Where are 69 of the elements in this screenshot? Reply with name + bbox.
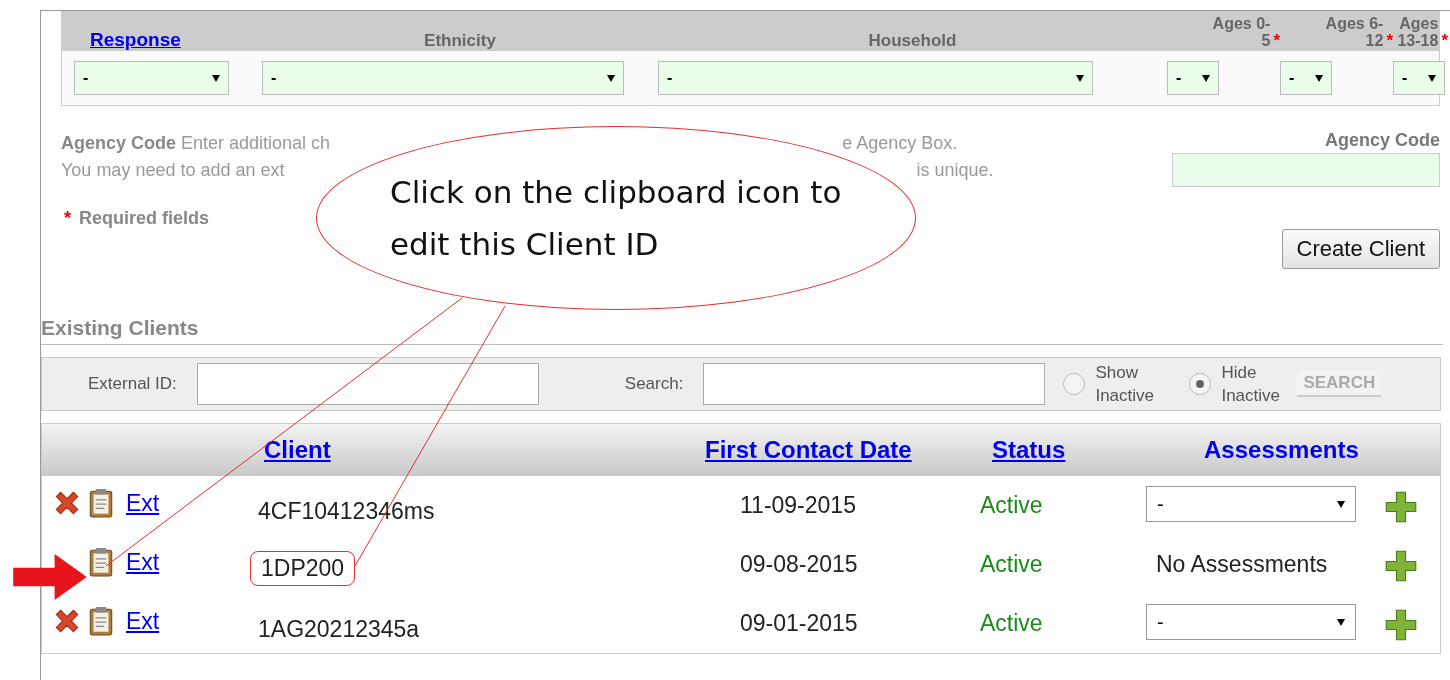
caret-icon — [212, 74, 220, 82]
first-contact-date: 11-09-2015 — [740, 492, 856, 519]
agency-code-field[interactable] — [1172, 153, 1440, 187]
column-header: Ages 0-5 — [1211, 15, 1271, 49]
plus-icon[interactable] — [1384, 549, 1418, 583]
required-mark: * — [64, 208, 71, 228]
caret-icon — [607, 74, 615, 82]
column-header-link[interactable]: Status — [992, 436, 1066, 464]
assessments-dropdown[interactable]: - — [1146, 604, 1356, 640]
client-id: 1AG20212345a — [258, 616, 420, 643]
create-client-button[interactable]: Create Client — [1281, 229, 1440, 269]
column-header: Household — [868, 31, 957, 50]
first-contact-date: 09-01-2015 — [740, 610, 858, 637]
dropdown[interactable]: - — [262, 61, 624, 95]
search-label: Search: — [624, 374, 684, 394]
first-contact-date: 09-08-2015 — [740, 551, 858, 578]
required-fields-note: Required fields — [79, 208, 210, 228]
radio-button[interactable] — [1189, 373, 1212, 395]
ext-link[interactable]: Ext — [126, 548, 160, 576]
column-header: Ages 13-18 — [1396, 15, 1439, 49]
caret-icon — [1428, 74, 1436, 82]
client-id: 1DP200 — [250, 551, 356, 586]
radio-label: Show Inactive — [1095, 362, 1155, 407]
required-mark: * — [1273, 32, 1280, 49]
assessments-dropdown[interactable]: - — [1146, 486, 1356, 522]
delete-icon[interactable] — [52, 606, 82, 636]
external-id-field[interactable] — [196, 363, 539, 405]
dropdown[interactable]: - — [74, 61, 229, 95]
column-header: Ages 6-12 — [1324, 15, 1384, 49]
search-field[interactable] — [703, 363, 1046, 405]
dropdown[interactable]: - — [1393, 61, 1445, 95]
clipboard-icon[interactable] — [88, 606, 114, 636]
column-header-link[interactable]: Assessments — [1204, 436, 1359, 464]
column-header: Ethnicity — [424, 31, 496, 50]
clipboard-icon[interactable] — [88, 547, 114, 577]
column-header-link[interactable]: First Contact Date — [705, 436, 912, 464]
agency-help-text: You may need to add an ext — [61, 159, 285, 182]
delete-icon[interactable] — [52, 488, 82, 518]
required-mark: * — [1386, 32, 1393, 49]
ext-link[interactable]: Ext — [126, 489, 160, 517]
agency-help-text: is unique. — [916, 159, 994, 182]
dropdown[interactable]: - — [1167, 61, 1219, 95]
caret-icon — [1076, 74, 1084, 82]
plus-icon[interactable] — [1384, 490, 1418, 524]
section-title: Existing Clients — [41, 316, 1443, 345]
agency-help-text: Agency Code Enter additional ch — [61, 132, 331, 155]
assessments-text: No Assessments — [1156, 551, 1328, 578]
caret-icon — [1337, 618, 1345, 626]
ext-link[interactable]: Ext — [126, 607, 160, 635]
required-mark: * — [1441, 32, 1448, 49]
clipboard-icon[interactable] — [88, 488, 114, 518]
status-text: Active — [980, 551, 1043, 578]
radio-label: Hide Inactive — [1221, 362, 1281, 407]
radio-button[interactable] — [1063, 373, 1086, 395]
caret-icon — [1315, 74, 1323, 82]
caret-icon — [1337, 500, 1345, 508]
dropdown[interactable]: - — [658, 61, 1093, 95]
column-header-link[interactable]: Client — [264, 436, 331, 464]
agency-code-label: Agency Code — [1324, 130, 1440, 151]
column-header-link[interactable]: Response — [90, 29, 181, 50]
dropdown[interactable]: - — [1280, 61, 1332, 95]
plus-icon[interactable] — [1384, 608, 1418, 642]
client-id: 4CF10412346ms — [258, 498, 435, 525]
status-text: Active — [980, 492, 1043, 519]
status-text: Active — [980, 610, 1043, 637]
caret-icon — [1202, 74, 1210, 82]
external-id-label: External ID: — [88, 374, 177, 394]
agency-help-text: e Agency Box. — [842, 132, 958, 155]
callout-text: Click on the clipboard icon to edit this Client ID — [390, 173, 843, 264]
